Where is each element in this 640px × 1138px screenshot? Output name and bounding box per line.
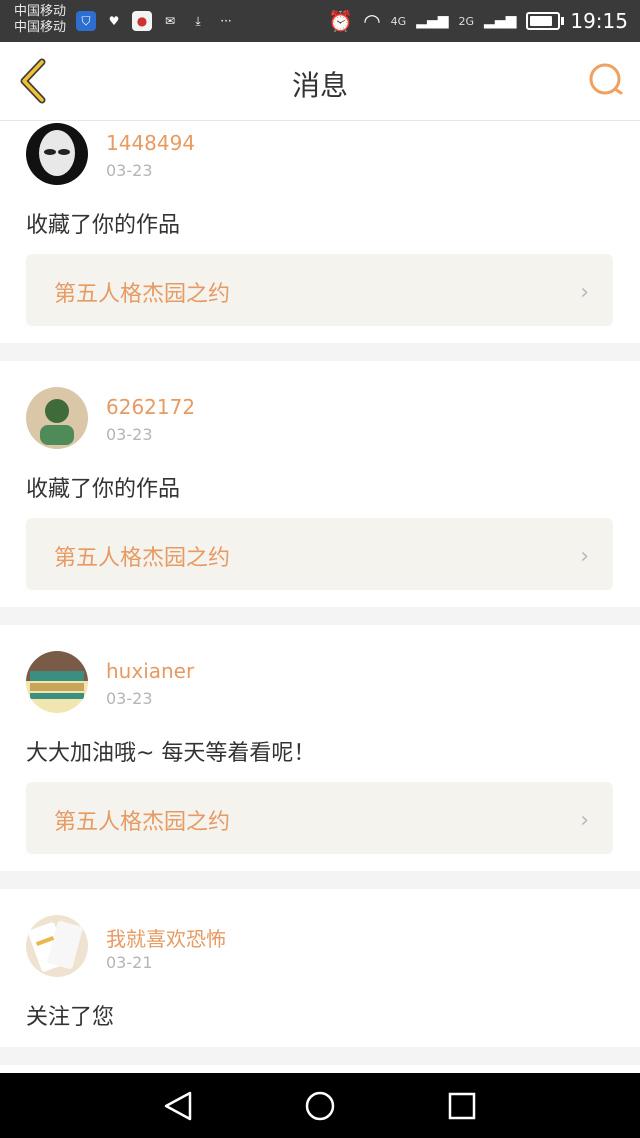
work-link[interactable]: 第五人格杰园之约 › [26,782,613,854]
shield-icon: ⛉ [76,11,96,31]
network-2-label: 2G [458,14,475,28]
message-card [0,1065,640,1073]
nav-back-button[interactable] [160,1089,196,1127]
work-link[interactable]: 第五人格杰园之约 › [26,518,613,590]
clock: 19:15 [570,9,628,33]
app-icon: ● [132,11,152,31]
message-text: 关注了您 [26,1005,115,1030]
message-card: 我就喜欢恐怖 03-21 关注了您 [0,889,640,1047]
signal-1-icon: ▂▄▆ [416,13,449,29]
message-card: huxianer 03-23 大大加油哦~ 每天等着看呢！ 第五人格杰园之约 › [0,625,640,871]
message-list[interactable]: 1448494 03-23 收藏了你的作品 第五人格杰园之约 › 6262172… [0,121,640,1073]
nav-home-button[interactable] [302,1089,338,1127]
message-text: 大大加油哦~ 每天等着看呢！ [26,741,316,766]
signal-2-icon: ▂▄▆ [484,13,517,29]
battery-icon [526,12,565,30]
carrier-1: 中国移动 [14,4,67,19]
work-title: 第五人格杰园之约 [54,282,231,307]
status-bar: 中国移动 中国移动 ⛉ ♥ ● ✉ ⤓ ··· ⏰ ◠ 4G ▂▄▆ 2G ▂▄… [0,0,640,42]
username[interactable]: huxianer [106,659,194,683]
message-card: 1448494 03-23 收藏了你的作品 第五人格杰园之约 › [0,121,640,343]
work-title: 第五人格杰园之约 [54,810,231,835]
message-card: 6262172 03-23 收藏了你的作品 第五人格杰园之约 › [0,361,640,607]
alarm-icon: ⏰ [328,9,354,33]
system-indicators: ⏰ ◠ 4G ▂▄▆ 2G ▂▄▆ 19:15 [328,9,628,33]
more-notifications-icon: ··· [220,14,232,28]
message-text: 收藏了你的作品 [26,213,181,238]
work-title: 第五人格杰园之约 [54,546,231,571]
nav-back-icon [164,1091,192,1121]
username[interactable]: 我就喜欢恐怖 [106,923,226,952]
network-1-label: 4G [390,14,407,28]
app-header: 消息 [0,42,640,121]
chevron-right-icon: › [580,280,589,305]
message-date: 03-23 [106,689,153,708]
carrier-labels: 中国移动 中国移动 [14,4,66,36]
heartbeat-icon: ♥ [108,14,120,28]
avatar[interactable] [26,651,88,713]
message-date: 03-21 [106,953,153,972]
download-icon: ⤓ [195,13,201,28]
search-button[interactable] [588,62,624,98]
chevron-right-icon: › [580,544,589,569]
message-text: 收藏了你的作品 [26,477,181,502]
nav-recents-button[interactable] [444,1089,480,1127]
avatar[interactable] [26,123,88,185]
nav-recents-icon [448,1092,476,1120]
message-date: 03-23 [106,425,153,444]
wechat-icon: ✉ [164,14,176,28]
username[interactable]: 6262172 [106,395,195,419]
wifi-icon: ◠ [363,9,381,33]
username[interactable]: 1448494 [106,131,195,155]
notification-icons: ⛉ ♥ ● ✉ ⤓ ··· [76,11,236,31]
work-link[interactable]: 第五人格杰园之约 › [26,254,613,326]
carrier-2: 中国移动 [14,20,67,35]
chevron-right-icon: › [580,808,589,833]
avatar[interactable] [26,915,88,977]
search-icon [589,63,623,95]
page-title: 消息 [291,69,348,102]
navigation-bar [0,1073,640,1138]
nav-home-icon [305,1091,335,1121]
message-date: 03-23 [106,161,153,180]
avatar[interactable] [26,387,88,449]
